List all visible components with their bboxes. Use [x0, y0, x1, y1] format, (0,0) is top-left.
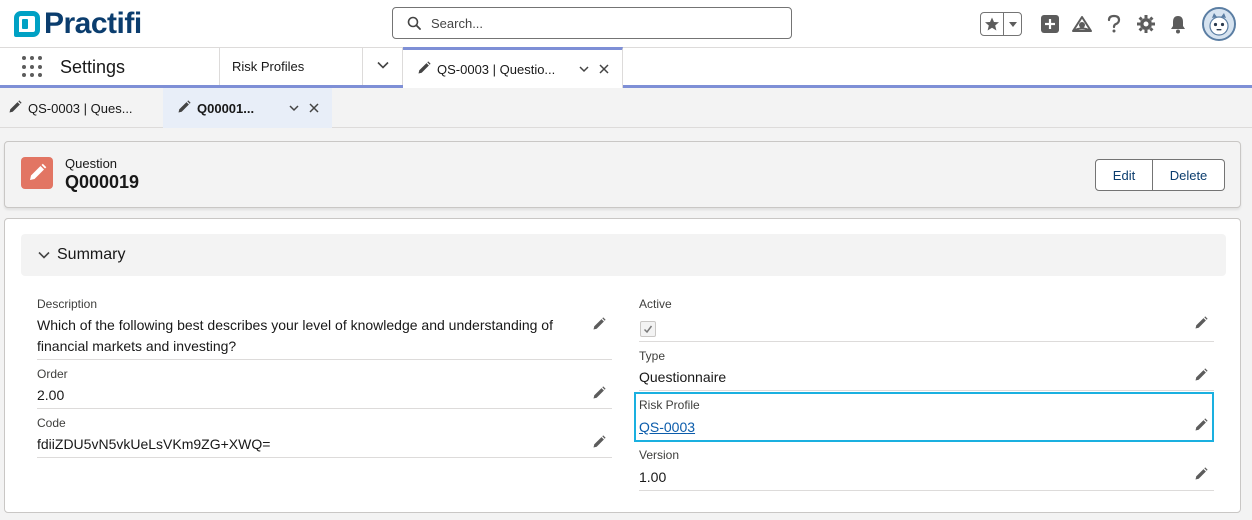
pencil-edit-icon[interactable]: [592, 435, 606, 449]
search-input[interactable]: [431, 15, 771, 31]
field-label: Active: [639, 297, 672, 311]
field-label: Version: [639, 448, 680, 462]
app-name: Settings: [60, 57, 126, 77]
pencil-edit-icon[interactable]: [1194, 316, 1208, 330]
pencil-icon: [8, 99, 22, 117]
field-label: Type: [639, 349, 666, 363]
order-value: 2.00: [37, 387, 65, 403]
setup-gear-icon[interactable]: [1130, 8, 1162, 40]
help-icon[interactable]: [1098, 8, 1130, 40]
field-type: Type Questionnaire: [639, 348, 1214, 391]
type-value: Questionnaire: [639, 369, 727, 385]
field-order: Order 2.00: [37, 366, 612, 409]
trailhead-icon[interactable]: [1066, 8, 1098, 40]
app-nav-bar: Settings Risk Profiles QS-0003 | Questio…: [0, 47, 1252, 88]
favorites-dropdown-icon[interactable]: [1004, 13, 1021, 35]
nav-item-dropdown[interactable]: [362, 48, 403, 85]
favorites-star-icon[interactable]: [981, 13, 1005, 35]
field-label: Description: [37, 297, 98, 311]
version-value: 1.00: [639, 469, 667, 485]
record-type-label: Question: [65, 156, 118, 171]
record-header: Question Q000019 Edit Delete: [4, 141, 1241, 208]
nav-item-risk-profiles[interactable]: Risk Profiles: [219, 48, 362, 85]
code-value: fdiiZDU5vN5vkUeLsVKm9ZG+XWQ=: [37, 436, 271, 452]
pencil-edit-icon[interactable]: [592, 317, 606, 331]
global-header: Practifi: [0, 0, 1252, 48]
pencil-icon: [177, 99, 191, 117]
record-title: Q000019: [65, 172, 140, 192]
section-summary-toggle[interactable]: Summary: [21, 234, 1226, 276]
subtab-label: QS-0003 | Ques...: [28, 100, 133, 116]
pencil-edit-icon[interactable]: [592, 386, 606, 400]
global-search[interactable]: [392, 7, 792, 39]
subtab-label: Q00001...: [197, 100, 255, 116]
pencil-edit-icon[interactable]: [1194, 467, 1208, 481]
field-label: Code: [37, 416, 66, 430]
field-label: Risk Profile: [639, 398, 700, 412]
nav-item-label: Risk Profiles: [232, 59, 305, 74]
edit-button[interactable]: Edit: [1095, 159, 1153, 191]
practifi-logo[interactable]: Practifi: [14, 7, 142, 41]
user-avatar[interactable]: [1202, 7, 1236, 41]
risk-profile-link[interactable]: QS-0003: [639, 417, 695, 438]
pencil-icon: [417, 60, 431, 78]
favorites-group: [980, 12, 1022, 36]
section-title: Summary: [57, 246, 126, 263]
app-launcher-icon[interactable]: [22, 56, 44, 78]
search-icon: [407, 16, 421, 30]
field-description: Description Which of the following best …: [37, 296, 612, 360]
field-code: Code fdiiZDU5vN5vkUeLsVKm9ZG+XWQ=: [37, 415, 612, 458]
description-value: Which of the following best describes yo…: [37, 317, 553, 354]
record-detail-card: Summary Description Which of the followi…: [4, 218, 1241, 513]
brand-name: Practifi: [44, 7, 142, 40]
subtab-q000019-active[interactable]: Q00001...: [163, 88, 332, 128]
pencil-edit-icon[interactable]: [1194, 418, 1208, 432]
workspace-tab-label: QS-0003 | Questio...: [437, 61, 556, 77]
delete-button[interactable]: Delete: [1153, 159, 1225, 191]
chevron-down-icon: [376, 58, 390, 75]
notification-bell-icon[interactable]: [1162, 8, 1194, 40]
field-label: Order: [37, 367, 68, 381]
header-utility-icons: [980, 6, 1236, 42]
close-icon[interactable]: [307, 101, 321, 115]
subtab-bar: QS-0003 | Ques... Q00001...: [0, 88, 1252, 128]
practifi-logo-mark: [14, 11, 40, 37]
tab-menu-chevron-icon[interactable]: [287, 101, 301, 115]
pencil-edit-icon[interactable]: [1194, 368, 1208, 382]
active-checkbox: [640, 321, 656, 337]
subtab-qs-0003[interactable]: QS-0003 | Ques...: [8, 88, 163, 128]
question-record-icon: [21, 157, 53, 189]
tab-menu-chevron-icon[interactable]: [577, 62, 591, 76]
add-icon[interactable]: [1034, 8, 1066, 40]
close-icon[interactable]: [597, 62, 611, 76]
chevron-down-icon: [37, 248, 51, 262]
field-active: Active: [639, 296, 1214, 342]
field-version: Version 1.00: [639, 447, 1214, 491]
record-actions: Edit Delete: [1095, 159, 1225, 191]
field-risk-profile[interactable]: Risk Profile QS-0003: [634, 392, 1214, 442]
workspace-tab-active[interactable]: QS-0003 | Questio...: [403, 47, 623, 88]
